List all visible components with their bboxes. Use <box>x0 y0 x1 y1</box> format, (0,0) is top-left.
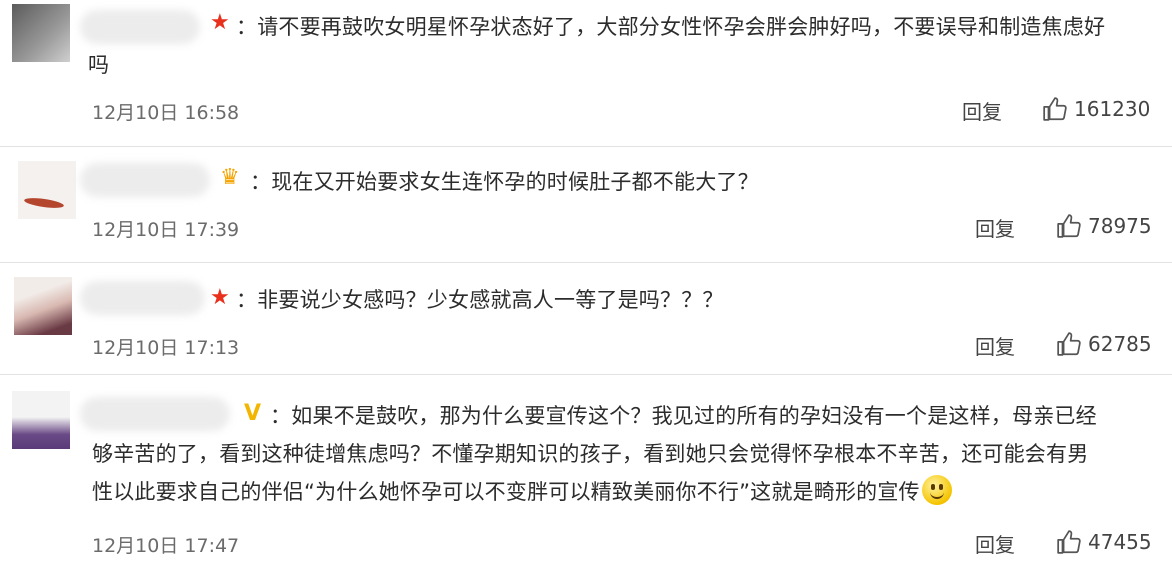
comment-text: ：如果不是鼓吹，那为什么要宣传这个？我见过的所有的孕妇没有一个是这样，母亲已经 … <box>92 404 1097 505</box>
reply-button[interactable]: 回复 <box>975 529 1015 558</box>
username-blurred[interactable] <box>80 397 230 431</box>
comment-time: 12月10日 17:47 <box>92 535 240 557</box>
star-badge-icon: ★ <box>210 10 230 35</box>
like-count: 47455 <box>1088 530 1152 554</box>
comment-item: ♛ ：现在又开始要求女生连怀孕的时候肚子都不能大了？ 12月10日 17:39 … <box>0 147 1172 263</box>
thumbs-up-icon <box>1057 530 1081 554</box>
smile-emoji-icon <box>921 475 952 505</box>
like-button[interactable]: 62785 <box>1056 331 1152 357</box>
like-count: 78975 <box>1088 214 1152 238</box>
comment-time: 12月10日 17:13 <box>92 337 240 359</box>
like-count: 62785 <box>1088 332 1152 356</box>
like-count: 161230 <box>1074 97 1151 121</box>
reply-button[interactable]: 回复 <box>975 213 1015 242</box>
thumbs-up-icon <box>1043 97 1067 121</box>
username-blurred[interactable] <box>80 163 210 197</box>
comment-time: 12月10日 16:58 <box>92 102 240 124</box>
star-badge-icon: ★ <box>210 285 230 310</box>
like-button[interactable]: 78975 <box>1056 213 1152 239</box>
comment-text: ：请不要再鼓吹女明星怀孕状态好了，大部分女性怀孕会胖会肿好吗，不要误导和制造焦虑… <box>88 15 1106 77</box>
reply-button[interactable]: 回复 <box>975 331 1015 360</box>
comment-text: ：非要说少女感吗？少女感就高人一等了是吗？？？ <box>236 288 724 312</box>
comment-time: 12月10日 17:39 <box>92 219 240 241</box>
verified-v-badge-icon: V <box>244 401 262 426</box>
comment-item: V ：如果不是鼓吹，那为什么要宣传这个？我见过的所有的孕妇没有一个是这样，母亲已… <box>0 375 1172 572</box>
thumbs-up-icon <box>1057 214 1081 238</box>
username-blurred[interactable] <box>80 281 205 315</box>
crown-badge-icon: ♛ <box>220 165 240 190</box>
avatar[interactable] <box>18 161 76 219</box>
thumbs-up-icon <box>1057 332 1081 356</box>
like-button[interactable]: 161230 <box>1042 96 1150 122</box>
comment-item: ★ ：请不要再鼓吹女明星怀孕状态好了，大部分女性怀孕会胖会肿好吗，不要误导和制造… <box>0 0 1172 148</box>
comment-text: ：现在又开始要求女生连怀孕的时候肚子都不能大了？ <box>250 170 759 194</box>
avatar[interactable] <box>14 277 72 335</box>
username-blurred[interactable] <box>80 10 200 44</box>
avatar[interactable] <box>12 4 70 62</box>
comment-item: ★ ：非要说少女感吗？少女感就高人一等了是吗？？？ 12月10日 17:13 回… <box>0 263 1172 375</box>
reply-button[interactable]: 回复 <box>962 96 1002 125</box>
avatar[interactable] <box>12 391 70 449</box>
like-button[interactable]: 47455 <box>1056 529 1152 555</box>
